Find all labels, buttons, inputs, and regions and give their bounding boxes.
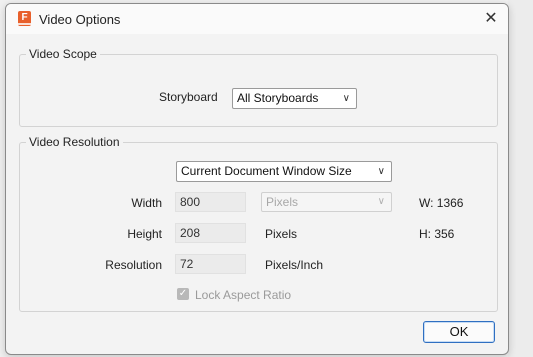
unit-select: Pixels ∨ [261,192,392,212]
lock-aspect-ratio-checkbox[interactable]: ✓ [177,288,189,300]
chevron-down-icon: ∨ [342,93,350,104]
video-resolution-legend: Video Resolution [26,135,123,149]
storyboard-select[interactable]: All Storyboards ∨ [232,88,357,109]
close-icon[interactable]: ✕ [480,8,502,30]
resolution-unit-label: Pixels/Inch [265,258,324,272]
chevron-down-icon: ∨ [377,196,385,207]
height-unit-label: Pixels [265,227,298,241]
storyboard-select-value: All Storyboards [237,91,319,105]
size-mode-select-value: Current Document Window Size [181,164,352,178]
chevron-down-icon: ∨ [377,166,385,177]
title-bar: F Video Options ✕ [6,4,508,34]
resolution-input[interactable]: 72 [175,254,246,274]
screen-width-readout: W: 1366 [419,196,464,210]
app-icon: F [18,11,31,26]
screen-height-readout: H: 356 [419,227,455,241]
video-scope-legend: Video Scope [26,47,100,61]
ok-button[interactable]: OK [423,321,495,343]
lock-aspect-ratio-label: Lock Aspect Ratio [195,288,292,302]
dialog-title: Video Options [39,12,121,27]
resolution-label: Resolution [105,258,162,272]
height-input[interactable]: 208 [175,223,246,243]
background-window [508,0,533,357]
unit-select-value: Pixels [266,195,299,209]
storyboard-label: Storyboard [159,90,218,104]
video-options-dialog: F Video Options ✕ Video Scope Storyboard… [5,3,509,355]
width-label: Width [131,196,162,210]
size-mode-select[interactable]: Current Document Window Size ∨ [176,161,392,182]
height-label: Height [127,227,162,241]
width-input[interactable]: 800 [175,192,246,212]
